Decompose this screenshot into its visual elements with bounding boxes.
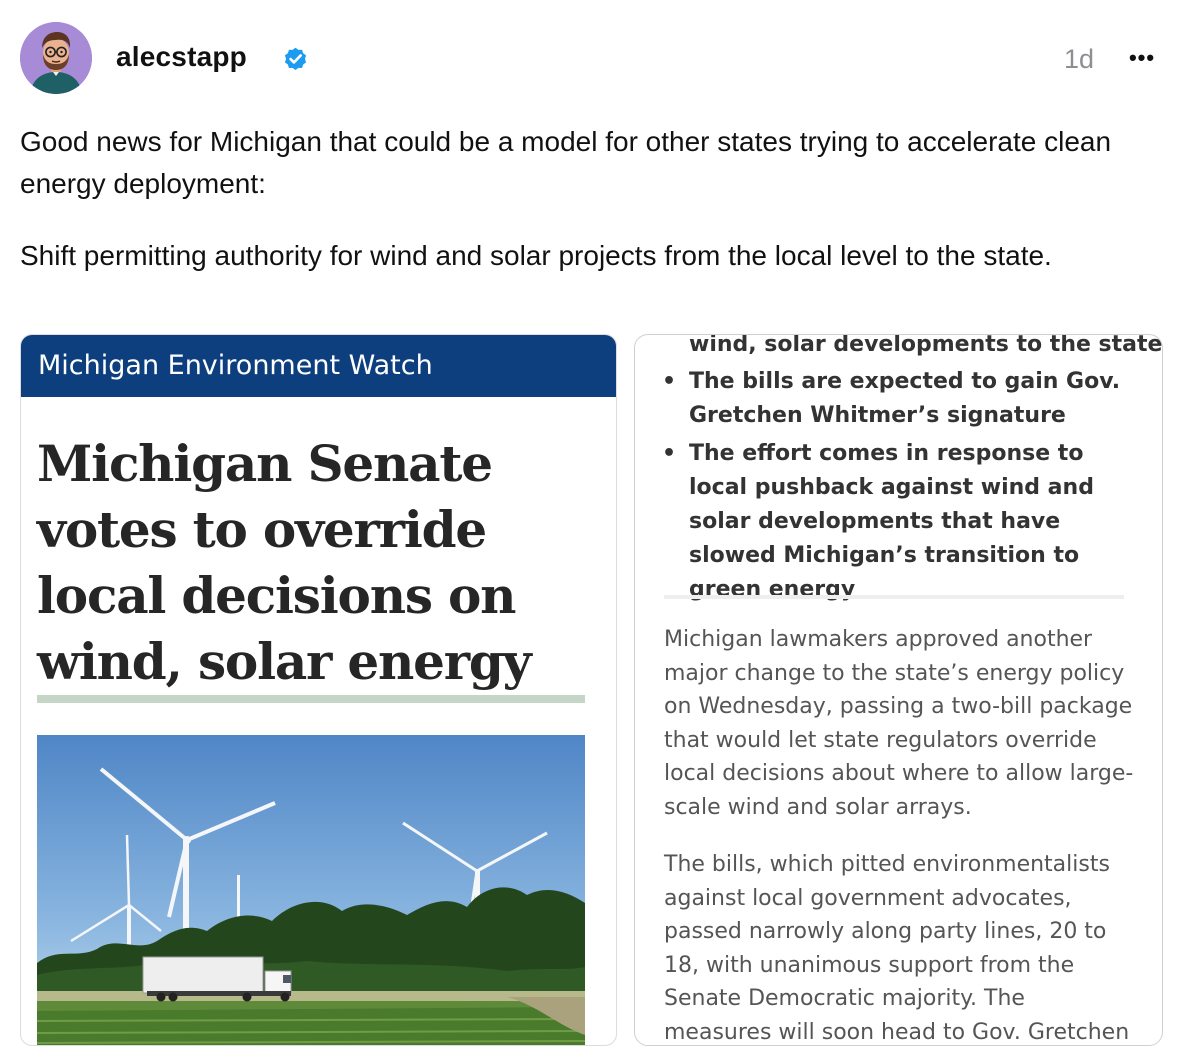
headline-line: local decisions on xyxy=(37,566,517,625)
headline-underline xyxy=(37,695,585,703)
headline-line: votes to override xyxy=(37,500,487,559)
media-image-article-headline[interactable]: Michigan Environment Watch Michigan Sena… xyxy=(20,334,617,1046)
post-paragraph: Shift permitting authority for wind and … xyxy=(20,240,1052,271)
post-timestamp: 1d xyxy=(1064,44,1095,74)
article-paragraph: Michigan lawmakers approved another majo… xyxy=(664,627,1134,820)
post-body: Good news for Michigan that could be a m… xyxy=(20,121,1160,307)
headline-line: Michigan Senate xyxy=(37,434,493,493)
bullet-item: • The effort comes in response to local … xyxy=(662,437,1129,607)
bullet-continuation: wind, solar developments to the state xyxy=(689,334,1163,357)
divider xyxy=(664,595,1124,599)
article-headline: Michigan Senate votes to override local … xyxy=(37,431,597,695)
bullet-text: The bills are expected to gain Gov. Gret… xyxy=(689,369,1121,428)
media-image-article-text[interactable]: wind, solar developments to the state • … xyxy=(634,334,1163,1046)
more-options-icon[interactable]: ••• xyxy=(1126,46,1158,70)
post-paragraph: Good news for Michigan that could be a m… xyxy=(20,126,1112,199)
username[interactable]: alecstapp xyxy=(116,41,247,73)
source-name: Michigan Environment Watch xyxy=(38,350,433,381)
article-paragraph: The bills, which pitted environmentalist… xyxy=(664,852,1130,1045)
source-banner: Michigan Environment Watch xyxy=(21,335,616,397)
avatar[interactable] xyxy=(20,22,92,94)
post-header: alecstapp 1d ••• xyxy=(20,22,1162,94)
verified-badge-icon xyxy=(282,46,309,73)
bullet-dot-icon: • xyxy=(662,369,677,394)
headline-line: wind, solar energy xyxy=(37,632,532,691)
bullet-text: The effort comes in response to local pu… xyxy=(689,441,1094,602)
wind-turbines-photo xyxy=(37,735,585,1045)
bullet-dot-icon: • xyxy=(662,441,677,466)
bearded-man-avatar-icon xyxy=(20,22,92,94)
bullet-item: • The bills are expected to gain Gov. Gr… xyxy=(662,365,1129,433)
